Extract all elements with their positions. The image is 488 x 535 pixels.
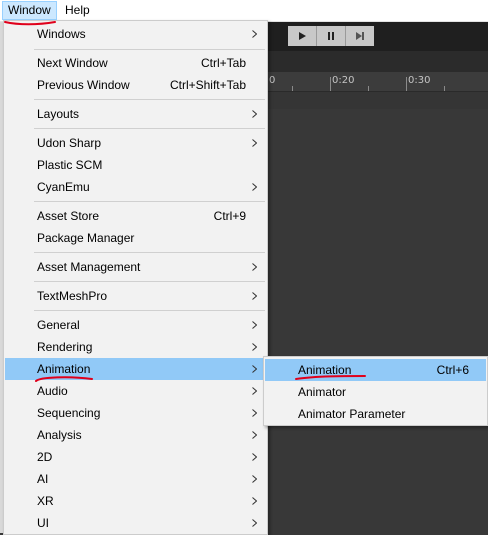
menu-item-label: Audio [37,384,68,398]
menu-item-label: Rendering [37,340,93,354]
menu-separator [34,281,265,282]
submenu-arrow-icon [252,365,257,373]
submenu-arrow-icon [252,453,257,461]
menubar: Window Help [0,0,488,22]
submenu-item-animation[interactable]: Animation Ctrl+6 [265,359,486,381]
animation-submenu: Animation Ctrl+6 Animator Animator Param… [263,356,488,426]
step-forward-icon [356,32,364,40]
submenu-arrow-icon [252,431,257,439]
menu-item-label: Package Manager [37,231,135,245]
submenu-arrow-icon [252,409,257,417]
ruler-tick [292,86,293,91]
menu-item-previous-window[interactable]: Previous Window Ctrl+Shift+Tab [5,74,266,96]
submenu-arrow-icon [252,30,257,38]
menu-item-audio[interactable]: Audio [5,380,266,402]
menu-item-next-window[interactable]: Next Window Ctrl+Tab [5,52,266,74]
submenu-arrow-icon [252,519,257,527]
pause-button[interactable] [317,26,346,46]
ruler-label: 0 [269,75,276,86]
menu-item-2d[interactable]: 2D [5,446,266,468]
menubar-window[interactable]: Window [2,1,57,20]
window-menu: Windows Next Window Ctrl+Tab Previous Wi… [3,20,268,535]
menu-item-label: Asset Management [37,260,141,274]
menu-separator [34,99,265,100]
ruler-tick [444,86,445,91]
submenu-arrow-icon [252,475,257,483]
menu-separator [34,49,265,50]
timeline-subrow [268,92,488,109]
menu-item-asset-management[interactable]: Asset Management [5,256,266,278]
menu-item-label: XR [37,494,54,508]
menu-item-label: CyanEmu [37,180,90,194]
submenu-arrow-icon [252,183,257,191]
menu-item-xr[interactable]: XR [5,490,266,512]
menu-item-shortcut: Ctrl+Tab [200,56,246,70]
menu-item-label: Sequencing [37,406,101,420]
submenu-arrow-icon [252,497,257,505]
menu-item-rendering[interactable]: Rendering [5,336,266,358]
menu-item-label: Asset Store [37,209,100,223]
menu-item-label: Layouts [37,107,80,121]
play-icon [299,32,306,40]
menubar-help[interactable]: Help [59,1,96,20]
menu-separator [34,201,265,202]
menu-item-label: Previous Window [37,78,130,92]
submenu-arrow-icon [252,263,257,271]
menu-item-label: TextMeshPro [37,289,108,303]
timeline-header [268,51,488,72]
ruler-label: 0:30 [408,75,431,86]
timeline-ruler: 0 0:20 0:30 [268,72,488,92]
menu-item-label: Next Window [37,56,108,70]
menu-item-asset-store[interactable]: Asset Store Ctrl+9 [5,205,266,227]
submenu-arrow-icon [252,292,257,300]
menu-item-shortcut: Ctrl+9 [213,209,246,223]
submenu-item-animator[interactable]: Animator [265,381,486,403]
menu-item-animation[interactable]: Animation [5,358,266,380]
menu-item-plastic-scm[interactable]: Plastic SCM [5,154,266,176]
menu-item-shortcut: Ctrl+Shift+Tab [169,78,246,92]
menu-item-layouts[interactable]: Layouts [5,103,266,125]
submenu-arrow-icon [252,387,257,395]
menu-item-label: Udon Sharp [37,136,102,150]
play-button[interactable] [288,26,317,46]
menu-item-cyanemu[interactable]: CyanEmu [5,176,266,198]
menu-item-label: Animation [37,362,91,376]
menu-item-label: Animator Parameter [298,407,406,421]
menu-item-label: Animator [298,385,347,399]
ruler-label: 0:20 [332,75,355,86]
menu-item-sequencing[interactable]: Sequencing [5,402,266,424]
menu-separator [34,310,265,311]
step-button[interactable] [346,26,374,46]
menu-item-windows[interactable]: Windows [5,23,266,45]
submenu-arrow-icon [252,343,257,351]
menu-item-label: Windows [37,27,86,41]
ruler-tick [330,77,331,91]
submenu-arrow-icon [252,321,257,329]
ruler-tick [368,86,369,91]
ruler-tick [406,77,407,91]
menu-item-general[interactable]: General [5,314,266,336]
menu-separator [34,128,265,129]
menu-item-label: Plastic SCM [37,158,103,172]
submenu-arrow-icon [252,139,257,147]
menu-item-label: Analysis [37,428,82,442]
menu-item-analysis[interactable]: Analysis [5,424,266,446]
menu-item-ui[interactable]: UI [5,512,266,534]
menu-item-textmeshpro[interactable]: TextMeshPro [5,285,266,307]
submenu-item-animator-parameter[interactable]: Animator Parameter [265,403,486,425]
menu-item-label: 2D [37,450,53,464]
menu-item-label: Animation [298,363,352,377]
menu-item-package-manager[interactable]: Package Manager [5,227,266,249]
menu-item-label: UI [37,516,49,530]
menu-item-ai[interactable]: AI [5,468,266,490]
menu-item-shortcut: Ctrl+6 [436,363,469,377]
pause-icon [328,32,334,40]
menu-item-label: General [37,318,80,332]
playback-controls [288,26,374,46]
menu-item-udon-sharp[interactable]: Udon Sharp [5,132,266,154]
submenu-arrow-icon [252,110,257,118]
menu-separator [34,252,265,253]
menu-item-label: AI [37,472,49,486]
